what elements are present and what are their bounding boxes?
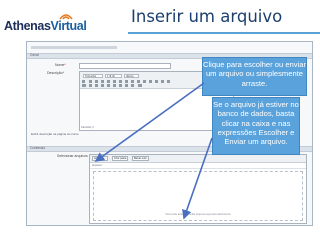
callout-arrows (94, 82, 213, 220)
arrow-to-add-button (94, 82, 205, 162)
arrow-to-drop-zone (182, 137, 213, 220)
